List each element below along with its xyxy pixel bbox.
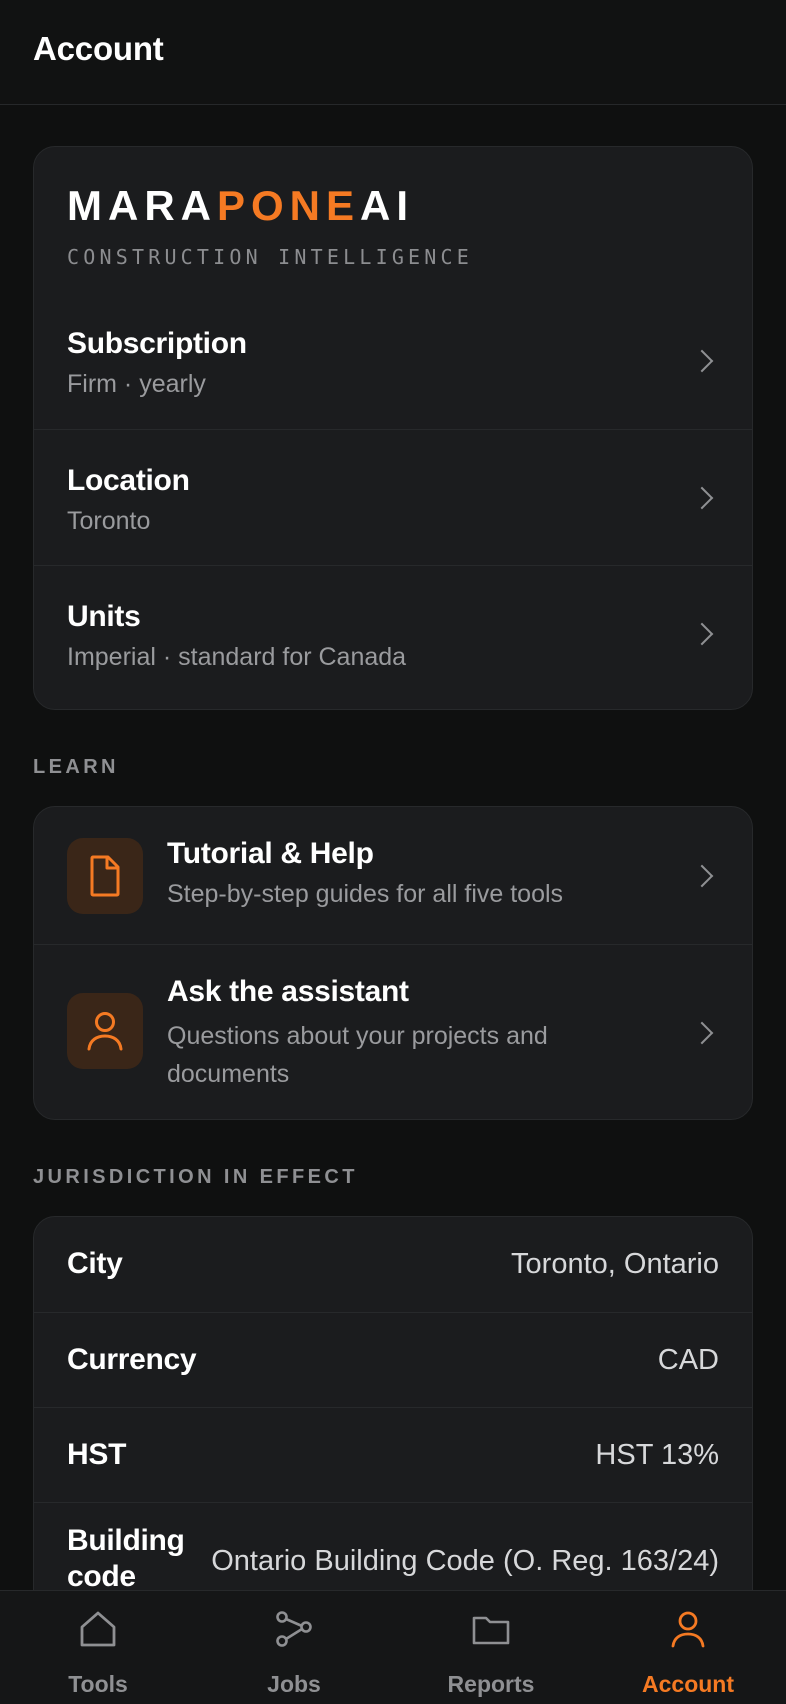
brand-block: MARAPONEAI CONSTRUCTION INTELLIGENCE	[34, 147, 752, 293]
chevron-right-icon	[690, 622, 714, 646]
nav-reports-label: Reports	[447, 1671, 535, 1697]
tutorial-icon-tile	[67, 838, 143, 914]
chevron-right-icon	[690, 349, 714, 373]
units-row[interactable]: Units Imperial · standard for Canada	[34, 565, 752, 701]
nav-tools-label: Tools	[68, 1671, 128, 1697]
chevron-right-icon	[690, 486, 714, 510]
learn-section-label: LEARN	[33, 756, 119, 778]
assistant-title: Ask the assistant	[167, 975, 409, 1008]
tutorial-subtitle: Step-by-step guides for all five tools	[167, 880, 564, 908]
location-title: Location	[67, 464, 190, 497]
nav-reports[interactable]: Reports	[393, 1591, 589, 1704]
nav-jobs[interactable]: Jobs	[196, 1591, 392, 1704]
assistant-icon-tile	[67, 993, 143, 1069]
jurisdiction-section-label: JURISDICTION IN EFFECT	[33, 1166, 358, 1188]
tutorial-help-row[interactable]: Tutorial & Help Step-by-step guides for …	[34, 807, 752, 944]
building-code-value: Ontario Building Code (O. Reg. 163/24)	[211, 1545, 719, 1577]
account-card: MARAPONEAI CONSTRUCTION INTELLIGENCE Sub…	[33, 146, 753, 710]
share-nodes-icon	[276, 1611, 312, 1647]
page-title: Account	[33, 30, 164, 67]
units-title: Units	[67, 600, 141, 633]
city-value: Toronto, Ontario	[511, 1248, 719, 1280]
tutorial-title: Tutorial & Help	[167, 837, 374, 870]
currency-key: Currency	[67, 1343, 197, 1376]
currency-row: Currency CAD	[34, 1312, 752, 1407]
nav-account[interactable]: Account	[590, 1591, 786, 1704]
location-value: Toronto	[67, 507, 151, 535]
chevron-right-icon	[690, 1021, 714, 1045]
location-row[interactable]: Location Toronto	[34, 429, 752, 565]
top-bar: Account	[0, 0, 786, 105]
units-value: Imperial · standard for Canada	[67, 643, 407, 671]
hst-key: HST	[67, 1438, 127, 1471]
brand-logo: MARAPONEAI	[67, 182, 415, 229]
subscription-value: Firm · yearly	[67, 370, 206, 398]
nav-tools[interactable]: Tools	[0, 1591, 196, 1704]
subscription-row[interactable]: Subscription Firm · yearly	[34, 293, 752, 429]
hst-value: HST 13%	[595, 1439, 719, 1471]
nav-jobs-label: Jobs	[267, 1671, 321, 1697]
assistant-subtitle: Questions about your projects and docume…	[167, 1022, 548, 1088]
ask-assistant-row[interactable]: Ask the assistant Questions about your p…	[34, 944, 752, 1119]
folder-icon	[472, 1616, 510, 1645]
city-row: City Toronto, Ontario	[34, 1217, 752, 1312]
nav-account-label: Account	[642, 1671, 734, 1697]
document-icon	[90, 855, 120, 897]
building-code-key: Building code	[67, 1524, 185, 1593]
city-key: City	[67, 1247, 123, 1280]
hst-row: HST HST 13%	[34, 1407, 752, 1502]
person-icon	[671, 1611, 705, 1648]
account-screen: Account MARAPONEAI CONSTRUCTION INTELLIG…	[0, 0, 786, 1704]
bottom-nav: Tools Jobs Reports Account	[0, 1590, 786, 1704]
chevron-right-icon	[690, 864, 714, 888]
subscription-title: Subscription	[67, 327, 247, 360]
brand-tagline: CONSTRUCTION INTELLIGENCE	[67, 245, 474, 269]
person-icon	[87, 1012, 123, 1051]
currency-value: CAD	[657, 1344, 719, 1376]
home-icon	[80, 1611, 116, 1647]
learn-card: Tutorial & Help Step-by-step guides for …	[33, 806, 753, 1120]
